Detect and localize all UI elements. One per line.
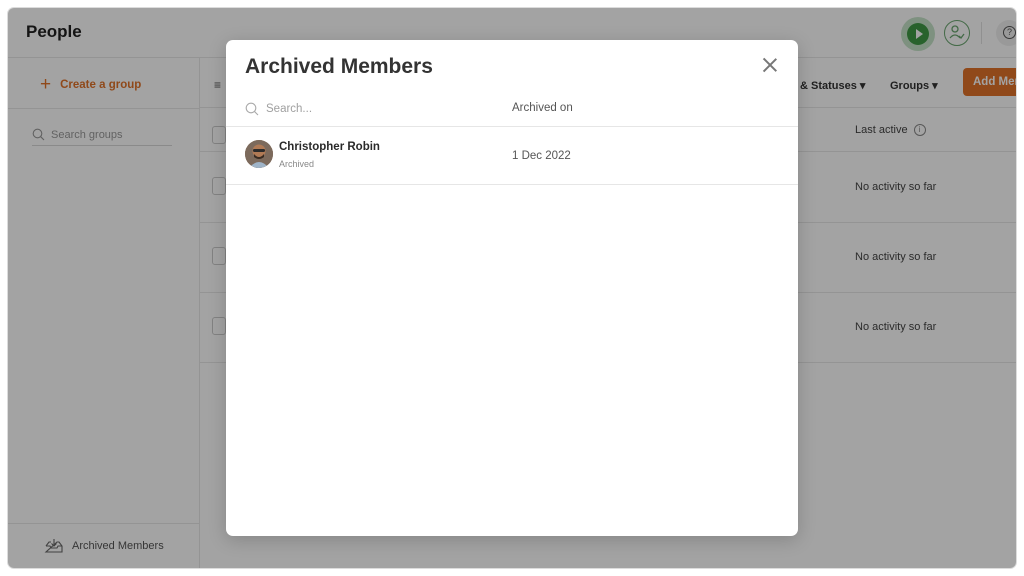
member-status: Archived [279,159,315,169]
search-icon [245,102,259,116]
archived-on-header: Archived on [512,102,573,114]
archived-member-row[interactable]: Christopher Robin Archived 1 Dec 2022 [226,127,798,185]
archived-members-modal: Archived Members Search... Archived on C… [226,40,798,536]
close-icon[interactable] [760,55,780,75]
avatar [245,140,273,168]
modal-table-header: Search... Archived on [226,96,798,127]
modal-title: Archived Members [245,55,433,78]
avatar-image [245,140,273,168]
member-name: Christopher Robin [279,141,380,153]
member-search-placeholder: Search... [266,103,313,115]
member-search-input[interactable]: Search... [245,102,312,116]
archived-on-date: 1 Dec 2022 [512,150,571,162]
